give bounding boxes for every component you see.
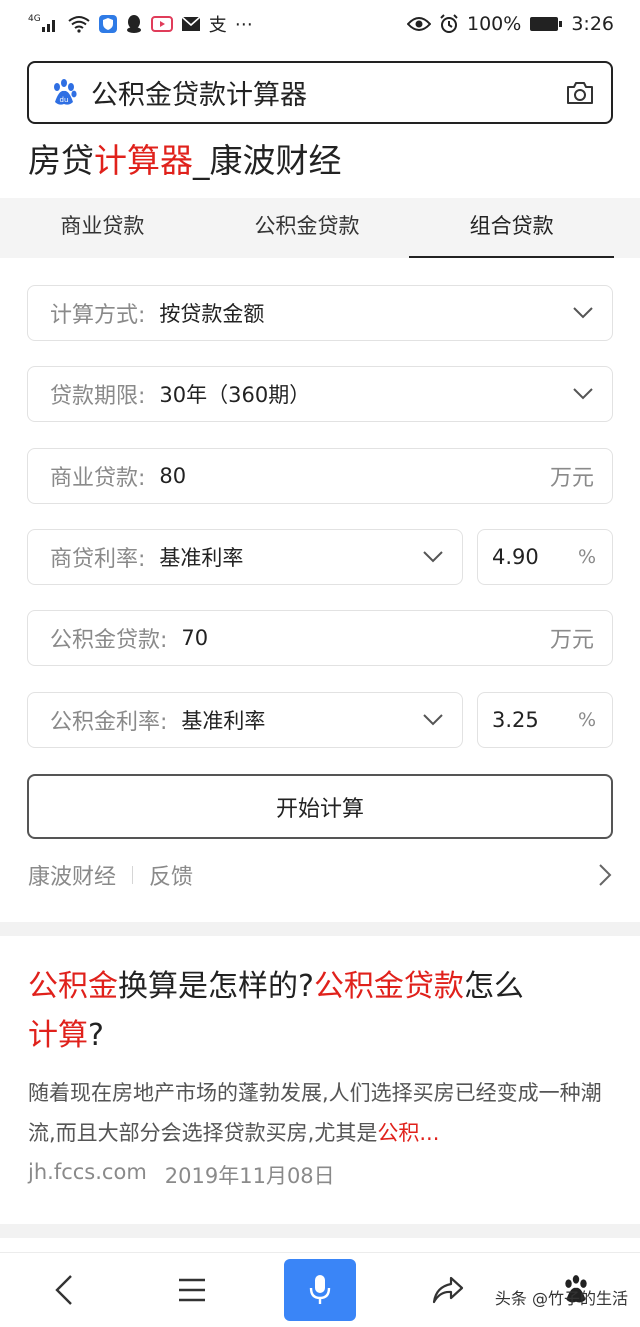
description-text: 随着现在房地产市场的蓬勃发展,人们选择买房已经变成一种潮流,而且大部分会选择贷款…	[28, 1081, 602, 1145]
status-bar: 4G 支 ⋯ 100% 3:26	[0, 0, 640, 48]
commercial-loan-field[interactable]: 商业贷款: 80 万元	[27, 448, 613, 504]
fund-rate-unit: %	[577, 709, 596, 731]
fund-loan-label: 公积金贷款:	[50, 628, 168, 653]
video-app-icon	[150, 15, 173, 33]
loan-term-select[interactable]: 贷款期限: 30年（360期）	[27, 366, 613, 422]
commercial-rate-input[interactable]: 4.90	[492, 545, 578, 569]
search-input[interactable]: 公积金贷款计算器	[91, 73, 565, 112]
eye-icon	[407, 16, 431, 32]
fund-loan-input[interactable]: 70	[181, 626, 550, 650]
result-date: 2019年11月08日	[164, 1164, 335, 1188]
qq-icon	[125, 14, 143, 34]
description-highlight: 公积...	[377, 1121, 440, 1145]
chevron-down-icon	[423, 714, 443, 726]
commercial-rate-select[interactable]: 商贷利率: 基准利率	[27, 529, 463, 585]
status-left: 4G 支 ⋯	[28, 11, 253, 37]
fund-rate-label: 公积金利率:	[50, 710, 168, 735]
search-bar[interactable]: du 公积金贷款计算器	[27, 61, 613, 124]
chevron-down-icon	[573, 388, 593, 400]
signal-icon: 4G	[28, 15, 59, 33]
result-meta: jh.fccs.com 2019年11月08日	[28, 1160, 335, 1190]
calc-method-label: 计算方式:	[50, 303, 146, 328]
tab-fund-loan[interactable]: 公积金贷款	[205, 198, 410, 258]
result-domain: jh.fccs.com	[28, 1160, 147, 1184]
source-name-link[interactable]: 康波财经	[28, 859, 116, 891]
back-button[interactable]	[0, 1253, 128, 1327]
title-part: ?	[88, 1018, 104, 1053]
status-right: 100% 3:26	[407, 13, 614, 35]
fund-rate-select[interactable]: 公积金利率: 基准利率	[27, 692, 463, 748]
more-notifications-icon: ⋯	[234, 13, 253, 35]
commercial-rate-unit: %	[577, 546, 596, 568]
loan-term-label: 贷款期限:	[50, 384, 146, 409]
battery-percent: 100%	[467, 13, 522, 35]
wifi-icon	[67, 15, 91, 33]
share-button[interactable]	[384, 1253, 512, 1327]
title-highlight: 计算器	[94, 141, 193, 180]
result-description[interactable]: 随着现在房地产市场的蓬勃发展,人们选择买房已经变成一种潮流,而且大部分会选择贷款…	[28, 1073, 612, 1153]
shield-app-icon	[98, 15, 117, 33]
chevron-right-icon[interactable]	[598, 863, 612, 887]
title-part: 计算	[28, 1018, 88, 1053]
voice-search-button[interactable]	[256, 1253, 384, 1327]
fund-rate-value: 基准利率	[181, 709, 266, 733]
chevron-down-icon	[573, 307, 593, 319]
title-part: 换算是怎样的?	[118, 969, 314, 1004]
baidu-paw-icon: du	[49, 78, 79, 108]
divider	[132, 866, 134, 884]
title-prefix: 房贷	[28, 141, 94, 180]
calc-method-value: 按贷款金额	[159, 302, 265, 326]
commercial-loan-label: 商业贷款:	[50, 466, 146, 491]
section-divider	[0, 1224, 640, 1238]
commercial-rate-input-box[interactable]: 4.90 %	[477, 529, 613, 585]
fund-loan-unit: 万元	[549, 628, 594, 653]
commercial-rate-label: 商贷利率:	[50, 547, 146, 572]
watermark-text: 头条 @竹子的生活	[494, 1289, 628, 1308]
chevron-down-icon	[423, 551, 443, 563]
title-part: 公积金	[28, 969, 118, 1004]
start-calculation-button[interactable]: 开始计算	[27, 774, 613, 839]
fund-rate-input-box[interactable]: 3.25 %	[477, 692, 613, 748]
battery-icon	[529, 15, 563, 33]
fund-loan-field[interactable]: 公积金贷款: 70 万元	[27, 610, 613, 666]
menu-icon	[179, 1278, 205, 1302]
section-divider	[0, 922, 640, 936]
calc-method-select[interactable]: 计算方式: 按贷款金额	[27, 285, 613, 341]
fund-rate-input[interactable]: 3.25	[492, 708, 578, 732]
clock-time: 3:26	[571, 13, 614, 35]
tab-combined-loan[interactable]: 组合贷款	[409, 198, 615, 258]
alipay-icon: 支	[208, 15, 227, 36]
menu-button[interactable]	[128, 1253, 256, 1327]
network-type: 4G	[28, 14, 41, 24]
source-row: 康波财经 反馈	[28, 852, 612, 898]
title-part: 公积金贷款	[313, 969, 464, 1004]
commercial-loan-unit: 万元	[549, 466, 594, 491]
svg-text:du: du	[60, 96, 69, 104]
commercial-rate-value: 基准利率	[159, 546, 244, 570]
result-title-link[interactable]: 公积金换算是怎样的?公积金贷款怎么计算?	[28, 962, 612, 1060]
title-suffix: _康波财经	[193, 141, 342, 180]
alarm-icon	[439, 14, 459, 34]
mic-button-bg	[284, 1259, 356, 1321]
commercial-loan-input[interactable]: 80	[159, 464, 550, 488]
loan-term-value: 30年（360期）	[159, 383, 311, 407]
camera-icon[interactable]	[565, 80, 595, 106]
mail-icon	[181, 16, 201, 32]
back-icon	[55, 1275, 72, 1305]
result-card-title[interactable]: 房贷计算器_康波财经	[28, 134, 342, 182]
loan-type-tabs: 商业贷款 公积金贷款 组合贷款	[0, 198, 640, 258]
share-icon	[432, 1276, 464, 1304]
tab-commercial-loan[interactable]: 商业贷款	[0, 198, 205, 258]
mic-icon	[309, 1275, 331, 1304]
title-part: 怎么	[463, 969, 524, 1004]
feedback-link[interactable]: 反馈	[149, 859, 193, 891]
